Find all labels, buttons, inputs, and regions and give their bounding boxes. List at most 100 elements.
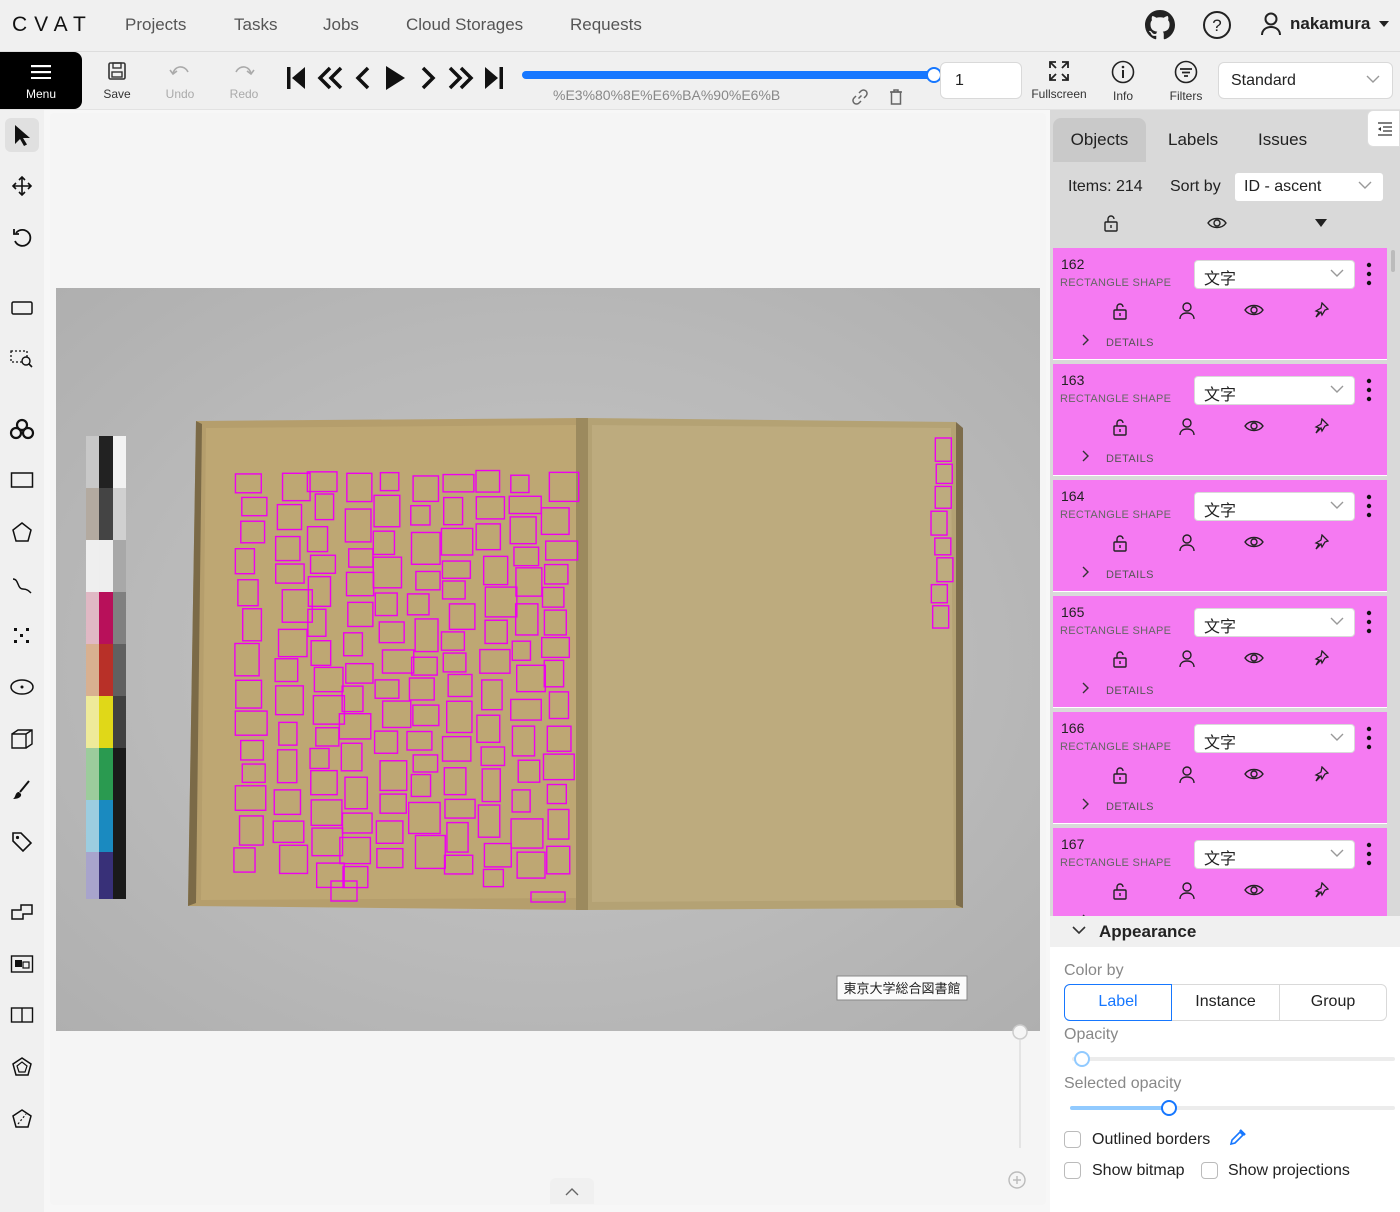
eye-icon[interactable] [1244, 882, 1264, 903]
frame-number-input[interactable]: 1 [940, 62, 1022, 99]
eye-icon[interactable] [1244, 302, 1264, 323]
draw-cuboid-tool[interactable] [5, 722, 39, 756]
lock-icon[interactable] [1112, 534, 1128, 557]
draw-polyline-tool[interactable] [5, 567, 39, 601]
more-actions-icon[interactable] [1366, 842, 1372, 866]
pin-icon[interactable] [1313, 301, 1330, 325]
user-icon[interactable] [1179, 302, 1195, 325]
move-tool[interactable] [5, 169, 39, 203]
objects-list-scrollbar[interactable] [1391, 250, 1395, 272]
chevron-right-icon[interactable] [1081, 566, 1090, 581]
fast-forward-icon[interactable] [447, 64, 475, 92]
color-by-group-option[interactable]: Group [1280, 985, 1386, 1020]
more-actions-icon[interactable] [1366, 726, 1372, 750]
copy-link-icon[interactable] [851, 88, 869, 106]
user-icon[interactable] [1179, 650, 1195, 673]
object-label-select[interactable]: 文字 [1194, 840, 1355, 869]
chevron-right-icon[interactable] [1081, 682, 1090, 697]
pin-icon[interactable] [1313, 533, 1330, 557]
github-icon[interactable] [1145, 10, 1175, 45]
nav-requests[interactable]: Requests [570, 15, 642, 35]
object-details-toggle[interactable]: DETAILS [1106, 569, 1154, 581]
object-item[interactable]: 167RECTANGLE SHAPE文字DETAILS [1053, 828, 1387, 916]
user-icon[interactable] [1179, 534, 1195, 557]
last-frame-icon[interactable] [483, 64, 505, 92]
show-projections-checkbox[interactable] [1201, 1162, 1218, 1179]
object-label-select[interactable]: 文字 [1194, 608, 1355, 637]
more-actions-icon[interactable] [1366, 378, 1372, 402]
nav-cloud-storages[interactable]: Cloud Storages [406, 15, 523, 35]
show-bitmap-checkbox[interactable] [1064, 1162, 1081, 1179]
rotate-tool[interactable] [5, 221, 39, 255]
draw-points-tool[interactable] [5, 618, 39, 652]
object-details-toggle[interactable]: DETAILS [1106, 801, 1154, 813]
tab-objects[interactable]: Objects [1053, 118, 1146, 162]
object-details-toggle[interactable]: DETAILS [1106, 453, 1154, 465]
selected-opacity-slider-handle[interactable] [1160, 1100, 1177, 1116]
object-label-select[interactable]: 文字 [1194, 260, 1355, 289]
save-button[interactable]: Save [102, 60, 132, 101]
eye-all-icon[interactable] [1207, 215, 1227, 231]
fullscreen-button[interactable]: Fullscreen [1030, 60, 1088, 101]
chevron-right-icon[interactable] [1081, 450, 1090, 465]
undo-button[interactable]: Undo [163, 60, 197, 101]
menu-button[interactable]: Menu [0, 52, 82, 109]
frame-slider[interactable] [522, 67, 942, 83]
lock-all-icon[interactable] [1103, 214, 1119, 232]
info-button[interactable]: Info [1108, 60, 1138, 103]
lock-icon[interactable] [1112, 302, 1128, 325]
object-item[interactable]: 164 RECTANGLE SHAPE 文字 DETAILS [1053, 480, 1387, 592]
lock-icon[interactable] [1112, 882, 1128, 905]
object-label-select[interactable]: 文字 [1194, 492, 1355, 521]
cvat-logo[interactable]: CVAT [12, 13, 93, 37]
user-icon[interactable] [1179, 882, 1195, 905]
nav-tasks[interactable]: Tasks [234, 15, 277, 35]
tab-labels[interactable]: Labels [1168, 118, 1218, 162]
setup-tag-tool[interactable] [5, 825, 39, 859]
split-tool[interactable] [5, 998, 39, 1032]
object-label-select[interactable]: 文字 [1194, 376, 1355, 405]
filters-button[interactable]: Filters [1168, 60, 1204, 103]
redo-button[interactable]: Redo [227, 60, 261, 101]
join-tool[interactable] [5, 1050, 39, 1084]
object-item[interactable]: 166 RECTANGLE SHAPE 文字 DETAILS [1053, 712, 1387, 824]
draw-ellipse-tool[interactable] [5, 670, 39, 704]
ai-tools[interactable] [5, 412, 39, 446]
expand-bottom-panel-button[interactable] [550, 1178, 594, 1204]
eye-icon[interactable] [1244, 766, 1264, 787]
chevron-right-icon[interactable] [1081, 334, 1090, 349]
help-icon[interactable]: ? [1202, 10, 1232, 45]
draw-rectangle-tool[interactable] [5, 463, 39, 497]
eye-icon[interactable] [1244, 650, 1264, 671]
zoom-region-tool[interactable] [5, 342, 39, 376]
previous-frame-icon[interactable] [353, 64, 373, 92]
color-picker-icon[interactable] [1229, 1128, 1247, 1146]
object-details-toggle[interactable]: DETAILS [1106, 685, 1154, 697]
nav-projects[interactable]: Projects [125, 15, 186, 35]
tab-issues[interactable]: Issues [1258, 118, 1307, 162]
cursor-tool[interactable] [5, 118, 39, 152]
eye-icon[interactable] [1244, 534, 1264, 555]
play-icon[interactable] [383, 64, 407, 92]
nav-jobs[interactable]: Jobs [323, 15, 359, 35]
pin-icon[interactable] [1313, 649, 1330, 673]
delete-frame-icon[interactable] [887, 88, 905, 106]
merge-tool[interactable] [5, 895, 39, 929]
color-by-instance-option[interactable]: Instance [1172, 985, 1280, 1020]
lock-icon[interactable] [1112, 650, 1128, 673]
zoom-slider[interactable] [1007, 1020, 1033, 1190]
pin-icon[interactable] [1313, 881, 1330, 905]
sort-select[interactable]: ID - ascent [1234, 172, 1384, 202]
color-by-label-option[interactable]: Label [1064, 984, 1172, 1021]
object-item[interactable]: 165 RECTANGLE SHAPE 文字 DETAILS [1053, 596, 1387, 708]
chevron-right-icon[interactable] [1081, 798, 1090, 813]
pin-icon[interactable] [1313, 765, 1330, 789]
next-frame-icon[interactable] [418, 64, 438, 92]
more-actions-icon[interactable] [1366, 262, 1372, 286]
sidebar-toggle-button[interactable] [1367, 110, 1400, 147]
fast-backward-icon[interactable] [316, 64, 344, 92]
more-actions-icon[interactable] [1366, 494, 1372, 518]
user-menu[interactable]: nakamura [1260, 12, 1390, 36]
opacity-slider-track[interactable] [1072, 1057, 1395, 1061]
draw-mask-tool[interactable] [5, 773, 39, 807]
